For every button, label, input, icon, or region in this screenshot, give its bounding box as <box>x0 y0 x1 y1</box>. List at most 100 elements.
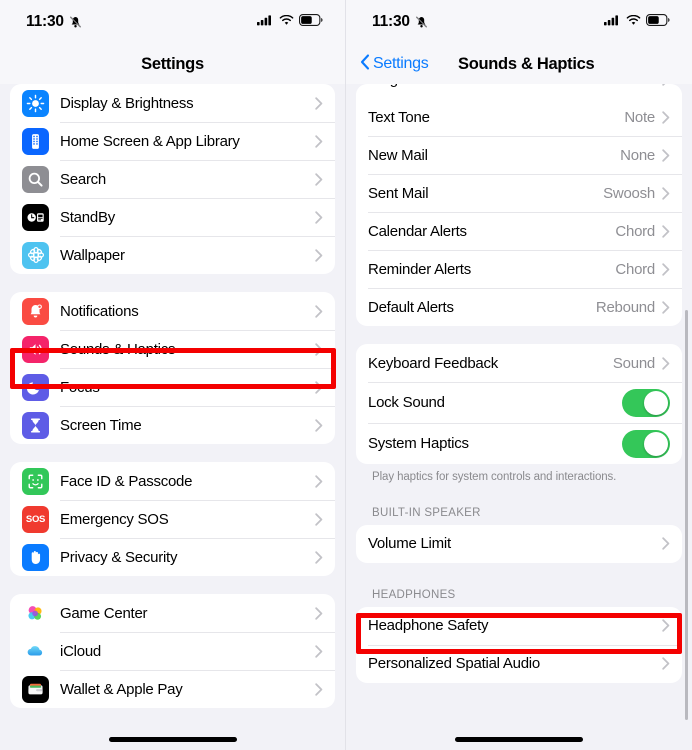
chevron-right-icon <box>662 300 670 314</box>
row-label: Text Tone <box>368 108 430 126</box>
sidebar-item-label: Display & Brightness <box>60 94 194 112</box>
sidebar-item-focus[interactable]: Focus <box>10 368 335 406</box>
home-indicator <box>455 737 583 742</box>
sidebar-item-search[interactable]: Search <box>10 160 335 198</box>
row-sent-mail[interactable]: Sent Mail Swoosh <box>356 174 682 212</box>
right-phone-screen: 11:30 Settings Sounds & Haptics Text Ton… <box>346 0 692 750</box>
sidebar-item-label: iCloud <box>60 642 102 660</box>
chevron-right-icon <box>315 134 323 148</box>
row-label: Personalized Spatial Audio <box>368 655 540 673</box>
sidebar-item-label: Notifications <box>60 302 139 320</box>
cellular-signal-icon <box>604 13 621 31</box>
row-value: Rebound <box>595 298 655 316</box>
sounds-haptics-scroll[interactable]: Ringtone Text Tone Note <box>346 84 692 750</box>
vertical-scrollbar[interactable] <box>685 310 688 720</box>
row-ringtone[interactable]: Ringtone <box>356 84 682 98</box>
status-bar-time: 11:30 <box>372 13 410 31</box>
system-haptics-toggle[interactable] <box>622 429 670 458</box>
sidebar-item-screen-time[interactable]: Screen Time <box>10 406 335 444</box>
home-screen-icon <box>22 127 49 155</box>
sidebar-item-icloud[interactable]: iCloud <box>10 632 335 670</box>
row-reminder-alerts[interactable]: Reminder Alerts Chord <box>356 250 682 288</box>
home-indicator <box>108 737 237 742</box>
row-label: Sent Mail <box>368 184 429 202</box>
row-calendar-alerts[interactable]: Calendar Alerts Chord <box>356 212 682 250</box>
row-keyboard-feedback[interactable]: Keyboard Feedback Sound <box>356 344 682 382</box>
chevron-right-icon <box>315 172 323 186</box>
row-label: Ringtone <box>368 84 426 88</box>
row-label: Headphone Safety <box>368 617 489 635</box>
sidebar-item-display-brightness[interactable]: Display & Brightness <box>10 84 335 122</box>
settings-list-scroll[interactable]: Display & Brightness Home Screen & App L… <box>0 84 345 750</box>
sidebar-item-game-center[interactable]: Game Center <box>10 594 335 632</box>
sidebar-item-standby[interactable]: StandBy <box>10 198 335 236</box>
row-label: Lock Sound <box>368 394 445 411</box>
nav-bar-right: Settings Sounds & Haptics <box>346 44 692 84</box>
settings-group-display: Display & Brightness Home Screen & App L… <box>10 84 335 274</box>
privacy-hand-icon <box>22 543 49 571</box>
sidebar-item-label: Wallet & Apple Pay <box>60 680 183 698</box>
sidebar-item-label: Screen Time <box>60 416 142 434</box>
back-button[interactable]: Settings <box>360 53 429 75</box>
status-bar-left: 11:30 <box>0 0 345 44</box>
row-new-mail[interactable]: New Mail None <box>356 136 682 174</box>
sidebar-item-sounds-haptics[interactable]: Sounds & Haptics <box>10 330 335 368</box>
sidebar-item-label: Wallpaper <box>60 246 125 264</box>
section-header-headphones: HEADPHONES <box>372 588 456 601</box>
chevron-right-icon <box>315 644 323 658</box>
settings-list: Display & Brightness Home Screen & App L… <box>0 84 345 708</box>
chevron-right-icon <box>315 210 323 224</box>
sidebar-item-wallet-apple-pay[interactable]: Wallet & Apple Pay <box>10 670 335 708</box>
chevron-right-icon <box>315 474 323 488</box>
headphones-group: Headphone Safety Personalized Spatial Au… <box>356 606 682 683</box>
sidebar-item-label: Privacy & Security <box>60 548 178 566</box>
row-value: Swoosh <box>603 184 655 202</box>
cellular-signal-icon <box>257 13 274 31</box>
chevron-right-icon <box>662 537 670 551</box>
row-lock-sound[interactable]: Lock Sound <box>356 382 682 423</box>
feedback-footer-text: Play haptics for system controls and int… <box>372 471 617 483</box>
face-id-icon <box>22 467 49 495</box>
back-button-label: Settings <box>373 55 429 72</box>
sidebar-item-label: Search <box>60 170 107 188</box>
feedback-group: Keyboard Feedback Sound Lock Sound Syste… <box>356 344 682 464</box>
row-default-alerts[interactable]: Default Alerts Rebound <box>356 288 682 326</box>
row-label: Reminder Alerts <box>368 260 471 278</box>
lock-sound-toggle[interactable] <box>622 388 670 417</box>
row-headphone-safety[interactable]: Headphone Safety <box>356 607 682 645</box>
row-label: Keyboard Feedback <box>368 354 499 372</box>
sounds-group: Text Tone Note New Mail None Sent Mail S… <box>356 98 682 326</box>
left-phone-screen: 11:30 Settings Display & Brightness Home… <box>0 0 346 750</box>
sidebar-item-notifications[interactable]: Notifications <box>10 292 335 330</box>
sidebar-item-label: Focus <box>60 378 100 396</box>
sounds-haptics-list: Ringtone Text Tone Note <box>346 84 692 683</box>
chevron-right-icon <box>315 96 323 110</box>
sidebar-item-label: Emergency SOS <box>60 510 169 528</box>
sidebar-item-face-id[interactable]: Face ID & Passcode <box>10 462 335 500</box>
game-center-icon <box>22 599 49 627</box>
chevron-right-icon <box>662 224 670 238</box>
row-volume-limit[interactable]: Volume Limit <box>356 525 682 563</box>
emergency-sos-icon: SOS <box>22 505 49 533</box>
sidebar-item-home-screen[interactable]: Home Screen & App Library <box>10 122 335 160</box>
bell-slash-icon <box>415 16 428 29</box>
chevron-right-icon <box>662 619 670 633</box>
search-icon <box>22 165 49 193</box>
chevron-right-icon <box>662 110 670 124</box>
chevron-right-icon <box>662 356 670 370</box>
status-bar-time: 11:30 <box>26 13 64 31</box>
row-system-haptics[interactable]: System Haptics <box>356 423 682 464</box>
row-text-tone[interactable]: Text Tone Note <box>356 98 682 136</box>
status-bar-right: 11:30 <box>346 0 692 44</box>
chevron-right-icon <box>662 657 670 671</box>
sidebar-item-label: Face ID & Passcode <box>60 472 193 490</box>
row-value: Sound <box>612 354 655 372</box>
row-personalized-spatial-audio[interactable]: Personalized Spatial Audio <box>356 644 682 683</box>
sidebar-item-wallpaper[interactable]: Wallpaper <box>10 236 335 274</box>
page-title: Sounds & Haptics <box>458 54 595 73</box>
chevron-right-icon <box>315 682 323 696</box>
sidebar-item-emergency-sos[interactable]: SOS Emergency SOS <box>10 500 335 538</box>
sidebar-item-privacy-security[interactable]: Privacy & Security <box>10 538 335 576</box>
chevron-right-icon <box>662 84 670 86</box>
chevron-right-icon <box>315 512 323 526</box>
